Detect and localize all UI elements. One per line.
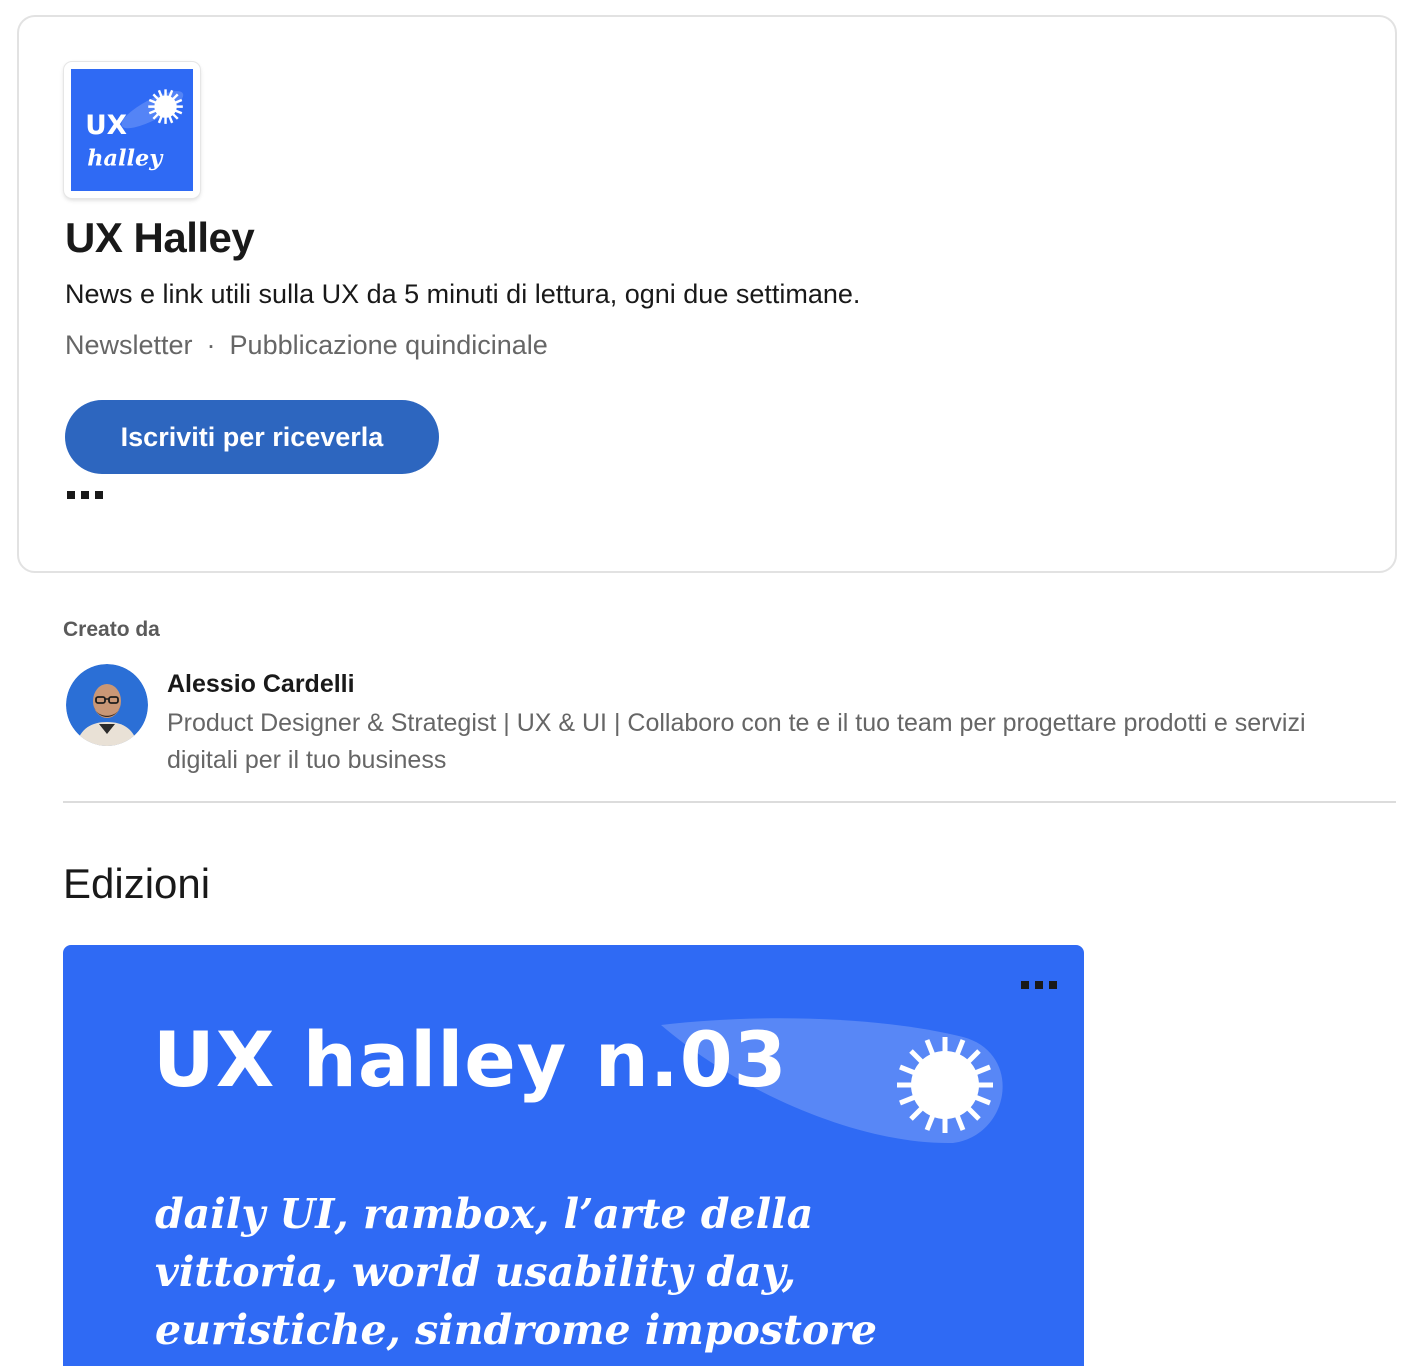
created-by-label: Creato da <box>63 618 160 641</box>
meta-separator: · <box>206 330 216 360</box>
newsletter-title: UX Halley <box>65 214 255 261</box>
svg-text:UX: UX <box>85 110 127 141</box>
edition-topics: daily UI, rambox, l’arte della vittoria,… <box>155 1190 877 1354</box>
more-options-icon[interactable] <box>67 483 111 507</box>
section-divider <box>63 801 1396 803</box>
edition-more-options-icon[interactable] <box>1021 981 1057 989</box>
more-dot <box>1049 981 1057 989</box>
more-dot <box>67 491 75 499</box>
creator-name[interactable]: Alessio Cardelli <box>167 670 355 699</box>
more-dot <box>1035 981 1043 989</box>
subscribe-button[interactable]: Iscriviti per riceverla <box>65 400 439 474</box>
avatar-photo-icon <box>66 664 148 746</box>
more-dot <box>1021 981 1029 989</box>
newsletter-type: Newsletter <box>65 330 193 360</box>
newsletter-header-card: UX halley UX Halley News e link utili su… <box>17 15 1397 573</box>
newsletter-meta: Newsletter · Pubblicazione quindicinale <box>65 330 548 361</box>
edition-heading: UX halley n.03 <box>153 1015 788 1104</box>
creator-headline: Product Designer & Strategist | UX & UI … <box>167 709 1306 774</box>
newsletter-description: News e link utili sulla UX da 5 minuti d… <box>65 279 861 309</box>
newsletter-frequency: Pubblicazione quindicinale <box>229 330 548 360</box>
editions-heading: Edizioni <box>63 860 211 907</box>
creator-avatar[interactable] <box>66 664 148 746</box>
more-dot <box>95 491 103 499</box>
svg-text:halley: halley <box>87 146 164 172</box>
newsletter-page: UX halley UX Halley News e link utili su… <box>0 0 1414 1366</box>
newsletter-logo[interactable]: UX halley <box>64 62 200 198</box>
edition-card[interactable]: UX halley n.03 daily UI, rambox, l’arte … <box>63 945 1084 1366</box>
ux-halley-logo-icon: UX halley <box>71 69 193 191</box>
more-dot <box>81 491 89 499</box>
